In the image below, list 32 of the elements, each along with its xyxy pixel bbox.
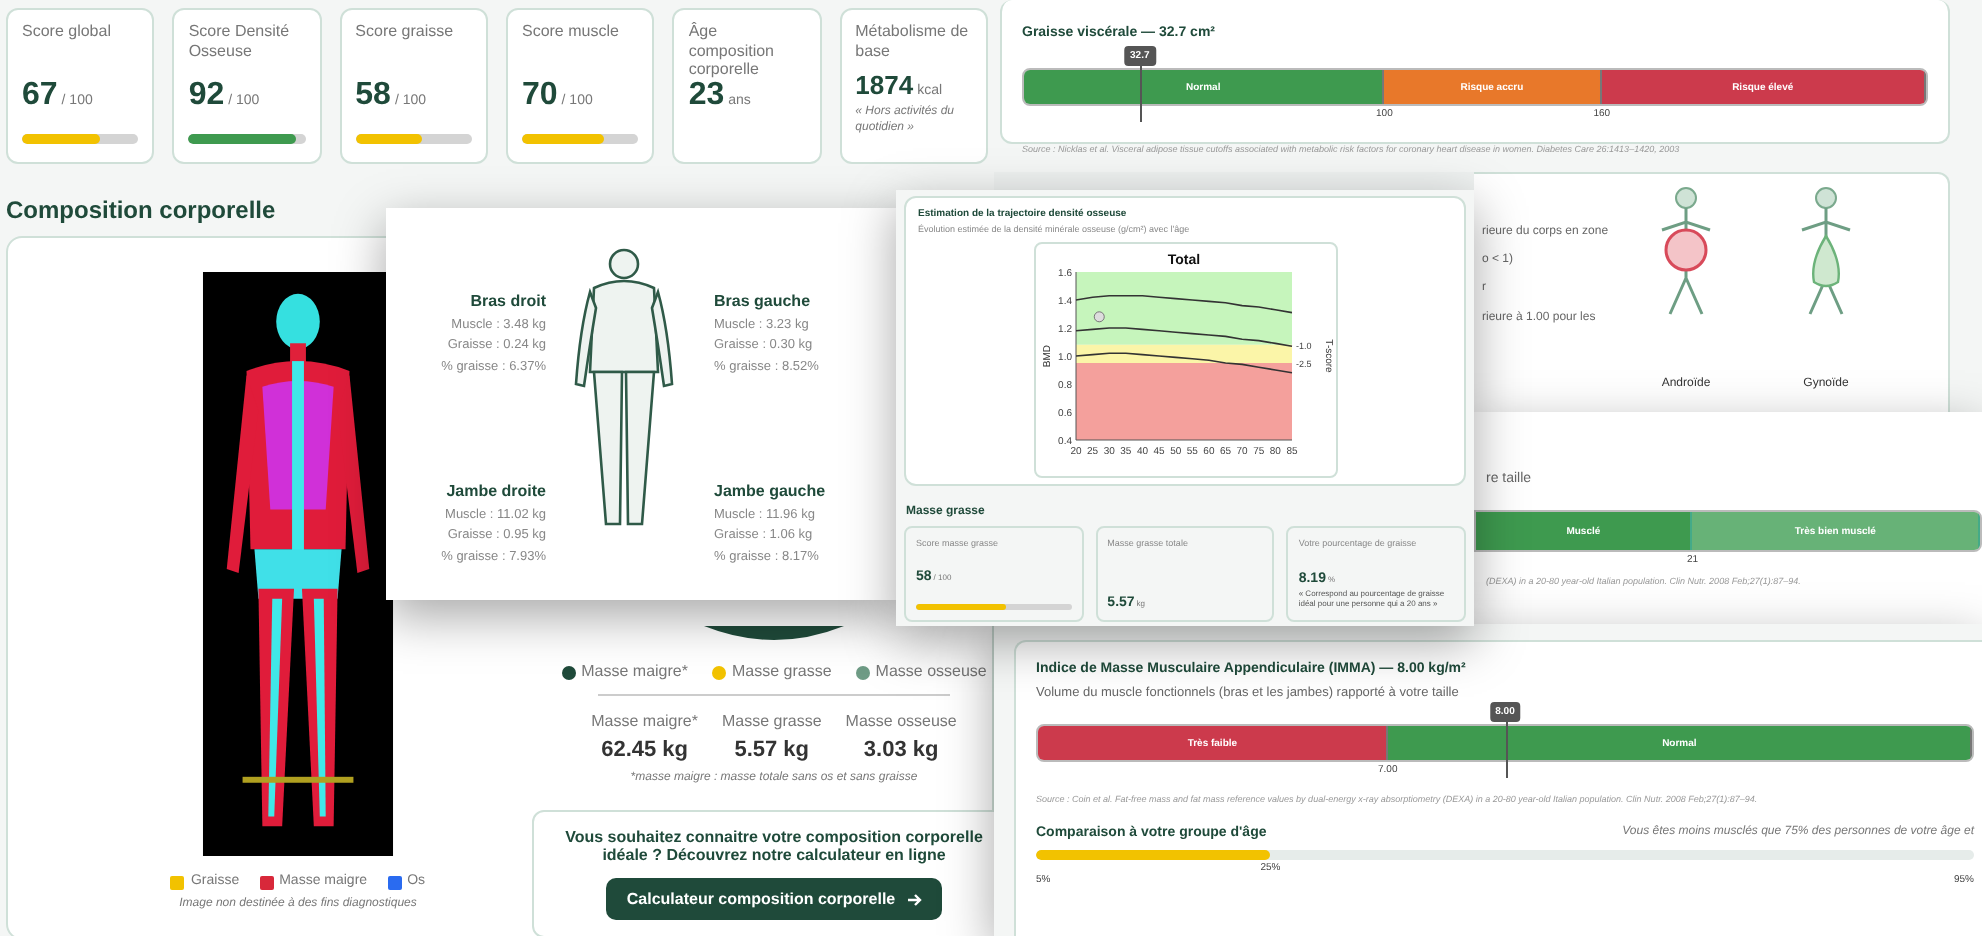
mass-value: 62.45 kg [601,737,689,762]
calculator-button[interactable]: Calculateur composition corporelle [606,878,942,920]
mass-label: Masse grasse [721,712,822,732]
marker-line [1139,66,1142,122]
marker-line [1505,722,1507,779]
score-label: Score Densité Osseuse [188,22,292,64]
score-value: 67 [22,78,58,114]
mass-value: 5.57 kg [734,737,810,762]
mass-value: 3.03 kg [863,737,939,762]
donut-chart-edge [704,626,844,643]
legend-label: Masse grasse [731,662,832,683]
segment-name: Bras gauche [714,292,811,312]
legend-label: Masse maigre* [581,662,688,683]
score-value: 70 [521,78,558,114]
score-label: Score global [22,22,113,44]
segment-name: Bras droit [470,292,546,312]
score-value: 92 [188,78,225,114]
legend-label: Masse osseuse [875,662,987,683]
cta-text: Vous souhaitez connaitre votre composition corporelle idéale ? Découvrez notre calculateur en ligne [563,827,985,866]
mass-label: Masse osseuse [845,712,957,732]
score-label: Métabolisme de base [855,22,971,64]
arrow-icon [905,891,922,907]
segment-name: Jambe gauche [714,482,826,502]
segment-name: Jambe droite [446,482,546,502]
section-title: Composition corporelle [4,194,276,224]
mass-label: Masse maigre* [591,712,698,732]
score-label: Score muscle [521,22,621,44]
score-value: 23 [688,78,725,114]
patient-marker-icon [1092,312,1104,324]
score-value: 1874 [855,70,914,100]
score-value: 58 [355,78,391,114]
score-label: Score graisse [355,22,456,44]
